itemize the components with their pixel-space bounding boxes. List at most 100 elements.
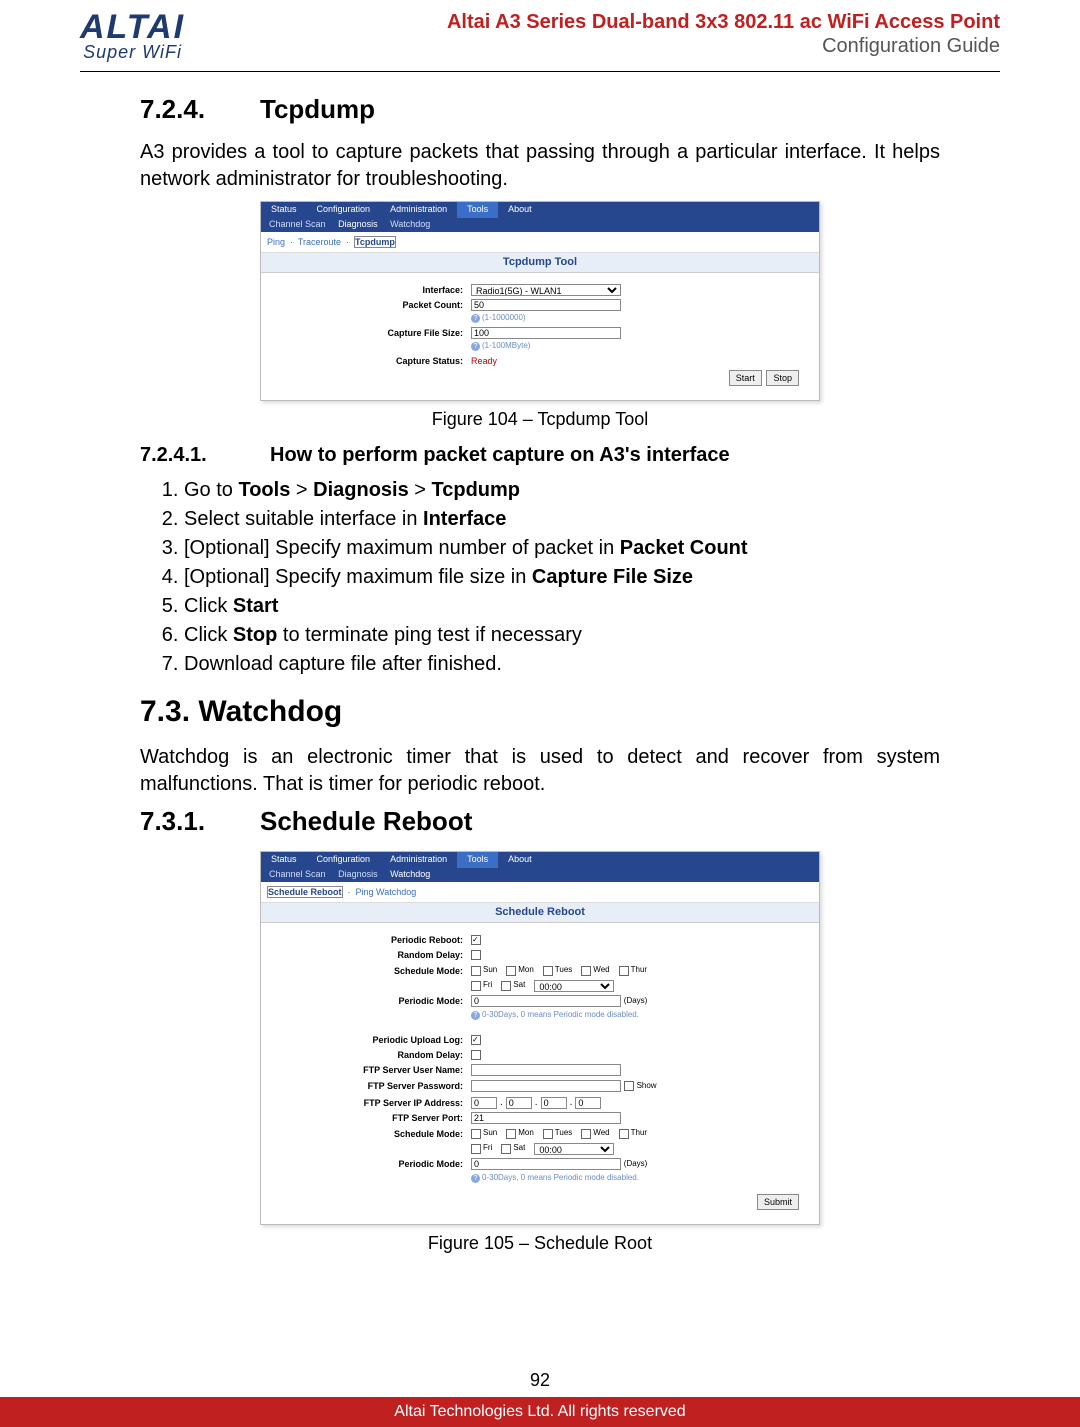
heading-7-3: 7.3. Watchdog bbox=[140, 692, 940, 733]
doc-title-red: Altai A3 Series Dual-band 3x3 802.11 ac … bbox=[447, 10, 1000, 34]
day-sun-checkbox[interactable] bbox=[471, 966, 481, 976]
nav-tabs-2: Status Configuration Administration Tool… bbox=[261, 852, 819, 868]
day-wed-checkbox-2[interactable] bbox=[581, 1129, 591, 1139]
heading-7-2-4: 7.2.4.Tcpdump bbox=[140, 92, 940, 127]
tab-configuration-2[interactable]: Configuration bbox=[307, 852, 381, 868]
packet-count-input[interactable] bbox=[471, 299, 621, 311]
nav-tabs: Status Configuration Administration Tool… bbox=[261, 202, 819, 218]
header-titles: Altai A3 Series Dual-band 3x3 802.11 ac … bbox=[447, 10, 1000, 58]
ftp-user-input[interactable] bbox=[471, 1064, 621, 1076]
day-tues-checkbox-2[interactable] bbox=[543, 1129, 553, 1139]
random-delay-checkbox[interactable] bbox=[471, 950, 481, 960]
subtab-ping[interactable]: Ping bbox=[267, 237, 285, 247]
logo-sub: Super WiFi bbox=[83, 42, 182, 63]
doc-title-gray: Configuration Guide bbox=[447, 34, 1000, 58]
tab-status-2[interactable]: Status bbox=[261, 852, 307, 868]
day-tues-checkbox[interactable] bbox=[543, 966, 553, 976]
ip-octet-2-input[interactable] bbox=[506, 1097, 532, 1109]
random-delay-checkbox-2[interactable] bbox=[471, 1050, 481, 1060]
label-schedule-mode: Schedule Mode: bbox=[271, 965, 471, 977]
label-ftp-pass: FTP Server Password: bbox=[271, 1080, 471, 1092]
periodic-upload-checkbox[interactable] bbox=[471, 1035, 481, 1045]
step-1: Go to Tools > Diagnosis > Tcpdump bbox=[184, 477, 940, 504]
sub-nav-2: Channel Scan Diagnosis Watchdog bbox=[261, 868, 819, 882]
ftp-port-input[interactable] bbox=[471, 1112, 621, 1124]
page-header: ALTAI Super WiFi Altai A3 Series Dual-ba… bbox=[80, 0, 1000, 72]
day-sun-checkbox-2[interactable] bbox=[471, 1129, 481, 1139]
para-tcpdump: A3 provides a tool to capture packets th… bbox=[140, 139, 940, 193]
interface-select[interactable]: Radio1(5G) - WLAN1 bbox=[471, 284, 621, 296]
subtab-schedule-reboot[interactable]: Schedule Reboot bbox=[267, 886, 343, 898]
label-periodic-mode-2: Periodic Mode: bbox=[271, 1158, 471, 1170]
step-3: [Optional] Specify maximum number of pac… bbox=[184, 535, 940, 562]
subnav-diagnosis-2[interactable]: Diagnosis bbox=[338, 869, 378, 879]
footer-bar: Altai Technologies Ltd. All rights reser… bbox=[0, 1397, 1080, 1427]
step-6: Click Stop to terminate ping test if nec… bbox=[184, 622, 940, 649]
tab-about[interactable]: About bbox=[498, 202, 542, 218]
ftp-pass-input[interactable] bbox=[471, 1080, 621, 1092]
ip-octet-1-input[interactable] bbox=[471, 1097, 497, 1109]
tab-administration[interactable]: Administration bbox=[380, 202, 457, 218]
tab-administration-2[interactable]: Administration bbox=[380, 852, 457, 868]
label-ftp-port: FTP Server Port: bbox=[271, 1112, 471, 1124]
day-fri-checkbox[interactable] bbox=[471, 981, 481, 991]
hint-periodic-2: 0-30Days, 0 means Periodic mode disabled… bbox=[471, 1173, 809, 1184]
day-mon-checkbox[interactable] bbox=[506, 966, 516, 976]
watchdog-subtabs: Schedule Reboot · Ping Watchdog bbox=[261, 882, 819, 903]
subnav-diagnosis[interactable]: Diagnosis bbox=[338, 219, 378, 229]
capture-file-size-input[interactable] bbox=[471, 327, 621, 339]
ip-octet-4-input[interactable] bbox=[575, 1097, 601, 1109]
figure-105-caption: Figure 105 – Schedule Root bbox=[140, 1231, 940, 1255]
start-button[interactable]: Start bbox=[729, 370, 762, 386]
step-5: Click Start bbox=[184, 593, 940, 620]
periodic-mode-input[interactable] bbox=[471, 995, 621, 1007]
logo: ALTAI Super WiFi bbox=[80, 10, 185, 63]
figure-105-screenshot: Status Configuration Administration Tool… bbox=[260, 851, 820, 1225]
step-4: [Optional] Specify maximum file size in … bbox=[184, 564, 940, 591]
day-sat-checkbox-2[interactable] bbox=[501, 1144, 511, 1154]
diagnosis-subtabs: Ping · Traceroute · Tcpdump bbox=[261, 232, 819, 253]
day-mon-checkbox-2[interactable] bbox=[506, 1129, 516, 1139]
subnav-watchdog-2[interactable]: Watchdog bbox=[390, 869, 430, 879]
subnav-watchdog[interactable]: Watchdog bbox=[390, 219, 430, 229]
para-watchdog: Watchdog is an electronic timer that is … bbox=[140, 744, 940, 798]
label-ftp-ip: FTP Server IP Address: bbox=[271, 1097, 471, 1109]
label-random-delay-2: Random Delay: bbox=[271, 1049, 471, 1061]
label-capture-status: Capture Status: bbox=[271, 355, 471, 367]
step-7: Download capture file after finished. bbox=[184, 651, 940, 678]
subtab-tcpdump[interactable]: Tcpdump bbox=[354, 236, 396, 248]
day-sat-checkbox[interactable] bbox=[501, 981, 511, 991]
label-ftp-user: FTP Server User Name: bbox=[271, 1064, 471, 1076]
label-interface: Interface: bbox=[271, 284, 471, 296]
subnav-channel-scan[interactable]: Channel Scan bbox=[269, 219, 326, 229]
figure-104-screenshot: Status Configuration Administration Tool… bbox=[260, 201, 820, 401]
submit-button[interactable]: Submit bbox=[757, 1194, 799, 1210]
tab-tools-2[interactable]: Tools bbox=[457, 852, 498, 868]
label-capture-file-size: Capture File Size: bbox=[271, 327, 471, 339]
logo-main: ALTAI bbox=[80, 10, 185, 44]
periodic-reboot-checkbox[interactable] bbox=[471, 935, 481, 945]
day-wed-checkbox[interactable] bbox=[581, 966, 591, 976]
ip-octet-3-input[interactable] bbox=[541, 1097, 567, 1109]
label-packet-count: Packet Count: bbox=[271, 299, 471, 311]
periodic-mode-input-2[interactable] bbox=[471, 1158, 621, 1170]
show-password-checkbox[interactable] bbox=[624, 1081, 634, 1091]
time-select[interactable]: 00:00 bbox=[534, 980, 614, 992]
label-schedule-mode-2: Schedule Mode: bbox=[271, 1128, 471, 1140]
time-select-2[interactable]: 00:00 bbox=[534, 1143, 614, 1155]
subnav-channel-scan-2[interactable]: Channel Scan bbox=[269, 869, 326, 879]
heading-7-2-4-1: 7.2.4.1.How to perform packet capture on… bbox=[140, 442, 940, 469]
tab-configuration[interactable]: Configuration bbox=[307, 202, 381, 218]
day-thur-checkbox[interactable] bbox=[619, 966, 629, 976]
tab-tools[interactable]: Tools bbox=[457, 202, 498, 218]
day-thur-checkbox-2[interactable] bbox=[619, 1129, 629, 1139]
tab-status[interactable]: Status bbox=[261, 202, 307, 218]
stop-button[interactable]: Stop bbox=[766, 370, 799, 386]
label-periodic-upload: Periodic Upload Log: bbox=[271, 1034, 471, 1046]
subtab-ping-watchdog[interactable]: Ping Watchdog bbox=[356, 887, 417, 897]
label-periodic-mode: Periodic Mode: bbox=[271, 995, 471, 1007]
subtab-traceroute[interactable]: Traceroute bbox=[298, 237, 341, 247]
tab-about-2[interactable]: About bbox=[498, 852, 542, 868]
figure-104-caption: Figure 104 – Tcpdump Tool bbox=[140, 407, 940, 431]
day-fri-checkbox-2[interactable] bbox=[471, 1144, 481, 1154]
